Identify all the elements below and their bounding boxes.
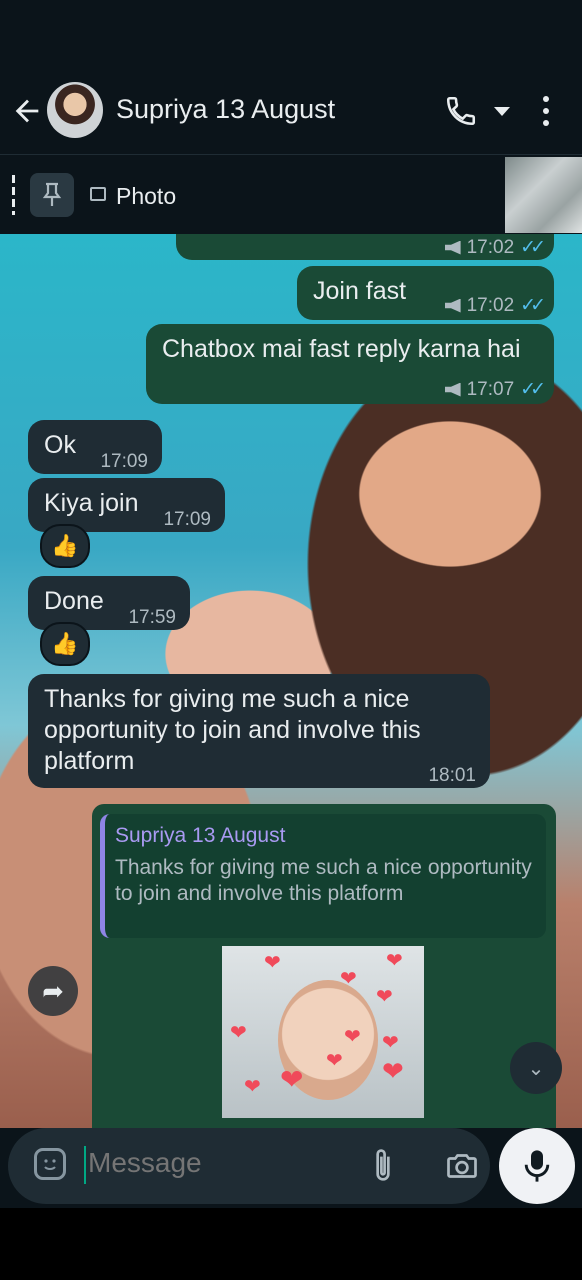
pin-icon[interactable] (30, 173, 74, 217)
message-meta: 17:02 ✓✓ (444, 234, 546, 263)
message-bubble[interactable]: Ok 17:09 (28, 420, 162, 474)
message-meta: 18:01 (428, 760, 476, 791)
audio-icon (444, 240, 461, 255)
heart-icon: ❤ (382, 1056, 404, 1086)
message-text: Join fast (313, 277, 407, 305)
composer-bar (0, 1128, 582, 1208)
message-bubble[interactable]: Thanks for giving me such a nice opportu… (28, 674, 490, 788)
chat-header: Supriya 13 August (0, 74, 582, 154)
message-meta: 17:02 ✓✓ (444, 290, 546, 321)
heart-icon: ❤ (376, 986, 393, 1008)
sticker-emoji-icon[interactable] (34, 1148, 66, 1180)
microphone-button[interactable] (499, 1128, 575, 1204)
microphone-icon (524, 1150, 550, 1182)
thumbs-up-reaction[interactable]: 👍 (40, 524, 90, 568)
avatar[interactable] (47, 82, 103, 138)
call-options-chevron-icon[interactable] (494, 107, 510, 116)
message-text: Done (44, 587, 104, 615)
message-bubble[interactable]: 17:02 ✓✓ (176, 234, 554, 260)
quoted-text: Thanks for giving me such a nice opportu… (115, 856, 532, 905)
text-cursor (84, 1146, 86, 1184)
message-time: 17:02 (466, 237, 515, 258)
message-text: Thanks for giving me such a nice opportu… (44, 685, 421, 775)
message-bubble[interactable]: Done 17:59 (28, 576, 190, 630)
message-bubble[interactable]: Chatbox mai fast reply karna hai 17:07 ✓… (146, 324, 554, 404)
status-bar (0, 0, 582, 74)
heart-icon: ❤ (386, 950, 403, 972)
message-meta: 17:09 (163, 504, 211, 535)
message-time: 18:01 (428, 765, 476, 786)
read-ticks-icon: ✓✓ (520, 379, 546, 400)
heart-icon: ❤ (264, 952, 281, 974)
heart-icon: ❤ (280, 1064, 304, 1095)
reply-message-bubble[interactable]: Supriya 13 August Thanks for giving me s… (92, 804, 556, 1128)
pinned-label: Photo (116, 183, 177, 209)
attach-icon[interactable] (366, 1146, 400, 1186)
message-time: 17:09 (100, 451, 148, 472)
message-meta: 17:07 ✓✓ (444, 374, 546, 405)
message-time: 17:09 (163, 509, 211, 530)
heart-icon: ❤ (344, 1026, 361, 1048)
navigation-bar (0, 1208, 582, 1280)
audio-icon (444, 382, 461, 397)
more-options-icon[interactable] (538, 96, 554, 130)
read-ticks-icon: ✓✓ (520, 295, 546, 316)
camera-icon[interactable] (444, 1148, 480, 1184)
quoted-sender: Supriya 13 August (115, 824, 286, 847)
sticker-image[interactable]: ❤ ❤ ❤ ❤ ❤ ❤ ❤ ❤ ❤ ❤ ❤ (222, 946, 424, 1118)
heart-icon: ❤ (340, 968, 357, 990)
thumbs-up-reaction[interactable]: 👍 (40, 622, 90, 666)
scroll-down-icon[interactable]: ⌄ (510, 1042, 562, 1094)
message-input[interactable] (88, 1147, 328, 1179)
message-time: 17:02 (466, 295, 515, 316)
chat-area[interactable]: 17:02 ✓✓ Join fast 17:02 ✓✓ Chatbox mai … (0, 234, 582, 1128)
heart-icon: ❤ (230, 1022, 247, 1044)
pinned-indicator (12, 175, 15, 215)
message-text: Chatbox mai fast reply karna hai (162, 335, 521, 363)
heart-icon: ❤ (326, 1050, 343, 1072)
audio-icon (444, 298, 461, 313)
message-text: Ok (44, 431, 76, 459)
photo-icon (90, 187, 106, 201)
message-time: 17:59 (128, 607, 176, 628)
message-text: Kiya join (44, 489, 139, 517)
message-meta: 17:09 (100, 446, 148, 477)
read-ticks-icon: ✓✓ (520, 237, 546, 258)
heart-icon: ❤ (382, 1032, 399, 1054)
message-meta: 17:59 (128, 602, 176, 633)
contact-name[interactable]: Supriya 13 August (116, 94, 335, 125)
forward-icon[interactable]: ➦ (28, 966, 78, 1016)
back-arrow-icon[interactable] (10, 94, 44, 128)
pinned-message-bar[interactable]: Photo (0, 154, 582, 235)
heart-icon: ❤ (244, 1076, 261, 1098)
message-composer[interactable] (8, 1128, 490, 1204)
quoted-message[interactable]: Supriya 13 August Thanks for giving me s… (100, 814, 546, 938)
message-bubble[interactable]: Join fast 17:02 ✓✓ (297, 266, 554, 320)
phone-call-icon[interactable] (444, 94, 478, 128)
pinned-photo-thumbnail[interactable] (505, 157, 582, 233)
message-time: 17:07 (466, 379, 515, 400)
